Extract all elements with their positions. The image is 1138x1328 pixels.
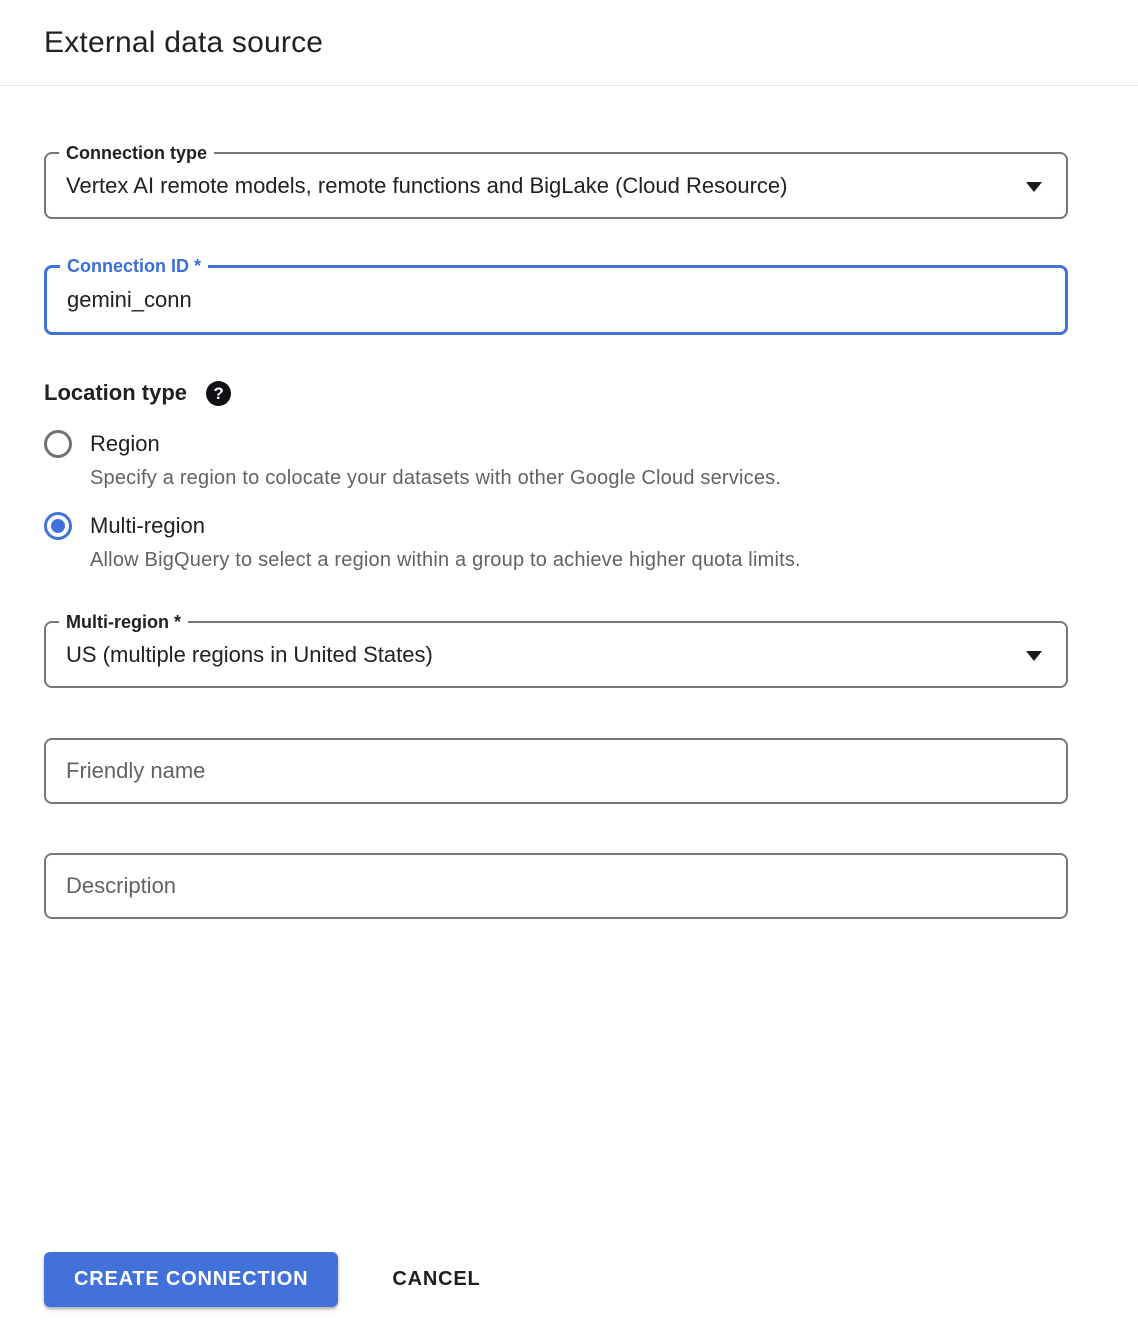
cancel-button[interactable]: CANCEL	[386, 1258, 486, 1301]
radio-region-description: Specify a region to colocate your datase…	[90, 467, 1068, 490]
chevron-down-icon	[1026, 651, 1042, 661]
multi-region-label: Multi-region *	[59, 610, 188, 634]
connection-type-select[interactable]: Connection type Vertex AI remote models,…	[44, 152, 1068, 219]
location-type-label: Location type	[44, 380, 187, 406]
description-input[interactable]	[44, 853, 1068, 919]
radio-multi-region-description: Allow BigQuery to select a region within…	[90, 549, 1068, 572]
radio-multi-region-label: Multi-region	[90, 513, 205, 539]
radio-multi-region-control[interactable]	[44, 512, 72, 540]
multi-region-select[interactable]: Multi-region * US (multiple regions in U…	[44, 621, 1068, 688]
location-type-section: Location type ?	[44, 380, 1068, 406]
radio-option-multi-region[interactable]: Multi-region	[44, 512, 1068, 540]
connection-id-label: Connection ID *	[60, 254, 208, 278]
connection-id-input[interactable]	[67, 287, 1009, 313]
radio-option-region[interactable]: Region	[44, 430, 1068, 458]
friendly-name-input[interactable]	[44, 738, 1068, 804]
external-data-source-form: Connection type Vertex AI remote models,…	[0, 152, 1138, 919]
radio-region-control[interactable]	[44, 430, 72, 458]
connection-id-field[interactable]: Connection ID *	[44, 265, 1068, 335]
header-divider	[0, 85, 1138, 86]
dialog-header: External data source	[0, 0, 1138, 85]
action-bar: CREATE CONNECTION CANCEL	[44, 1252, 486, 1307]
create-connection-button[interactable]: CREATE CONNECTION	[44, 1252, 338, 1307]
page-title: External data source	[44, 26, 1094, 60]
multi-region-value: US (multiple regions in United States)	[66, 642, 433, 668]
radio-region-label: Region	[90, 431, 160, 457]
help-icon[interactable]: ?	[206, 381, 231, 406]
connection-type-value: Vertex AI remote models, remote function…	[66, 173, 787, 199]
chevron-down-icon	[1026, 182, 1042, 192]
connection-type-label: Connection type	[59, 141, 214, 165]
